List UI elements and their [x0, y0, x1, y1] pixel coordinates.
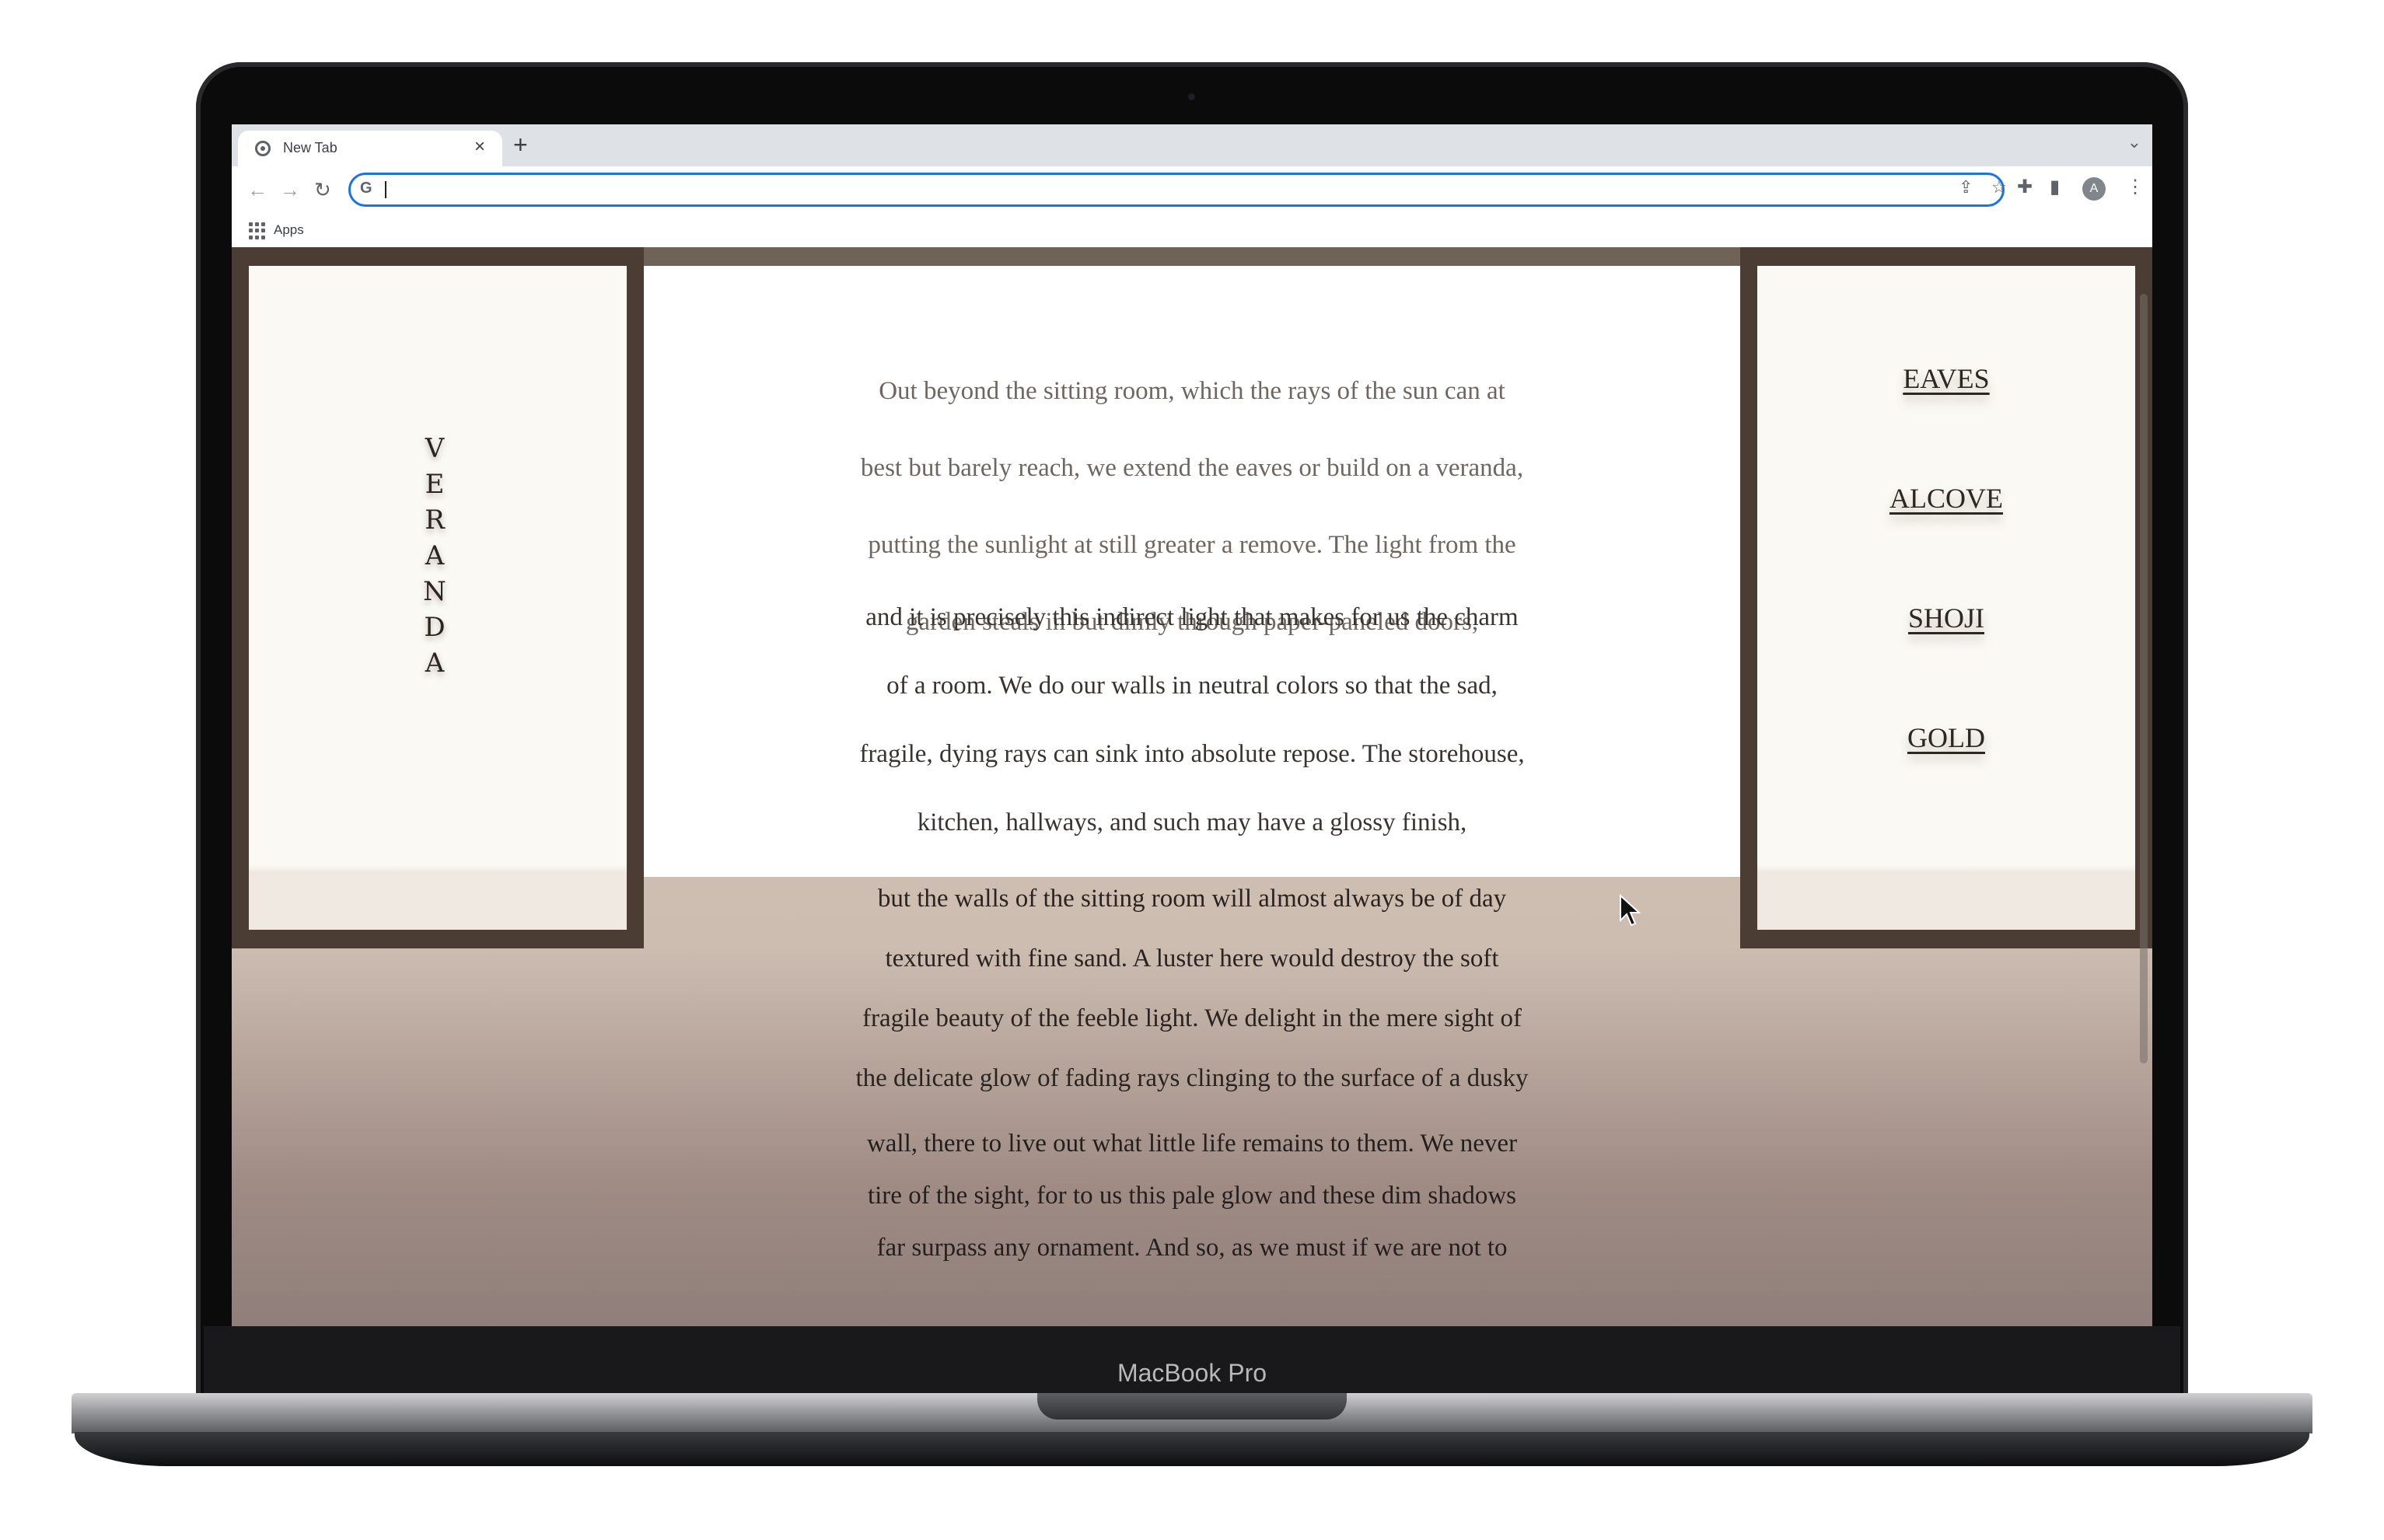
text-caret [385, 181, 386, 198]
apps-bookmark[interactable]: Apps [274, 222, 304, 238]
browser-toolbar: ← → ↻ G ⇪ ☆ ✚ ▮ A ⋮ [232, 166, 2152, 215]
share-icon[interactable]: ⇪ [1959, 177, 1973, 197]
text-line: textured with fine sand. A luster here w… [885, 945, 1499, 973]
text-line: of a room. We do our walls in neutral co… [886, 672, 1498, 700]
screen: New Tab × + ⌄ ← → ↻ G ⇪ ☆ ✚ ▮ A ⋮ Apps V… [232, 124, 2152, 1326]
title-letter: E [425, 469, 446, 500]
title-letter: A [425, 648, 446, 679]
web-page: V E R A N D A EAVES ALCOVE SHOJI GOLD Ou… [232, 247, 2152, 1326]
title-letter: R [425, 505, 446, 536]
side-panel-icon[interactable]: ▮ [2050, 176, 2060, 198]
text-line: wall, there to live out what little life… [866, 1130, 1518, 1158]
right-panel-frame: EAVES ALCOVE SHOJI GOLD [1740, 247, 2152, 948]
page-scrollbar[interactable] [2140, 294, 2148, 1326]
star-icon[interactable]: ☆ [1991, 177, 2007, 197]
section-nav: EAVES ALCOVE SHOJI GOLD [1757, 359, 2135, 838]
nav-link-shoji[interactable]: SHOJI [1757, 599, 2135, 637]
tab-title: New Tab [283, 140, 337, 155]
text-line: but the walls of the sitting room will a… [877, 885, 1507, 913]
nav-link-gold[interactable]: GOLD [1757, 718, 2135, 757]
text-line: fragile, dying rays can sink into absolu… [859, 740, 1525, 768]
chevron-down-icon[interactable]: ⌄ [2127, 132, 2141, 152]
text-line: best but barely reach, we extend the eav… [860, 454, 1524, 482]
title-letter: A [425, 540, 446, 571]
right-panel: EAVES ALCOVE SHOJI GOLD [1757, 266, 2135, 930]
device-label: MacBook Pro [1117, 1359, 1267, 1387]
laptop-opening-notch [1037, 1393, 1347, 1420]
veranda-vertical-title: V E R A N D A [404, 431, 467, 681]
tab-strip: New Tab × + ⌄ [232, 124, 2152, 166]
text-line: tire of the sight, for to us this pale g… [867, 1182, 1517, 1210]
chrome-favicon-icon [255, 141, 271, 156]
tab-new-tab[interactable]: New Tab × [238, 131, 502, 166]
paragraph-3: but the walls of the sitting room will a… [644, 869, 1740, 1109]
text-line: the delicate glow of fading rays clingin… [855, 1064, 1529, 1092]
title-letter: N [423, 576, 448, 607]
nav-link-eaves[interactable]: EAVES [1757, 359, 2135, 398]
text-line: fragile beauty of the feeble light. We d… [862, 1004, 1522, 1032]
avatar[interactable]: A [2082, 177, 2106, 201]
laptop-base-bottom [75, 1432, 2309, 1466]
google-icon: G [360, 180, 372, 197]
text-line: Out beyond the sitting room, which the r… [879, 377, 1505, 405]
nav-link-alcove[interactable]: ALCOVE [1757, 479, 2135, 518]
camera-icon [1188, 93, 1195, 100]
extensions-puzzle-icon[interactable]: ✚ [2017, 176, 2033, 198]
new-tab-button[interactable]: + [513, 129, 528, 160]
more-menu-icon[interactable]: ⋮ [2126, 176, 2145, 198]
scrollbar-thumb[interactable] [2140, 294, 2148, 1063]
title-letter: D [424, 612, 447, 643]
bookmarks-bar: Apps [232, 215, 2152, 247]
close-icon[interactable]: × [474, 136, 485, 158]
title-letter: V [425, 433, 446, 464]
paragraph-2: and it is precisely this indirect light … [644, 583, 1740, 857]
back-arrow-icon[interactable]: ← [247, 174, 267, 205]
text-line: and it is precisely this indirect light … [865, 603, 1519, 631]
forward-arrow-icon[interactable]: → [280, 174, 300, 205]
apps-grid-icon[interactable] [249, 222, 266, 239]
text-line: putting the sunlight at still greater a … [868, 531, 1516, 559]
reload-icon[interactable]: ↻ [314, 174, 331, 205]
text-line: kitchen, hallways, and such may have a g… [917, 808, 1467, 836]
address-bar[interactable]: G ⇪ ☆ [348, 173, 2007, 207]
address-input[interactable] [385, 178, 1912, 201]
left-panel: V E R A N D A [249, 266, 627, 930]
text-line: far surpass any ornament. And so, as we … [876, 1234, 1508, 1262]
paragraph-4: wall, there to live out what little life… [644, 1118, 1740, 1274]
left-panel-frame: V E R A N D A [232, 247, 644, 948]
